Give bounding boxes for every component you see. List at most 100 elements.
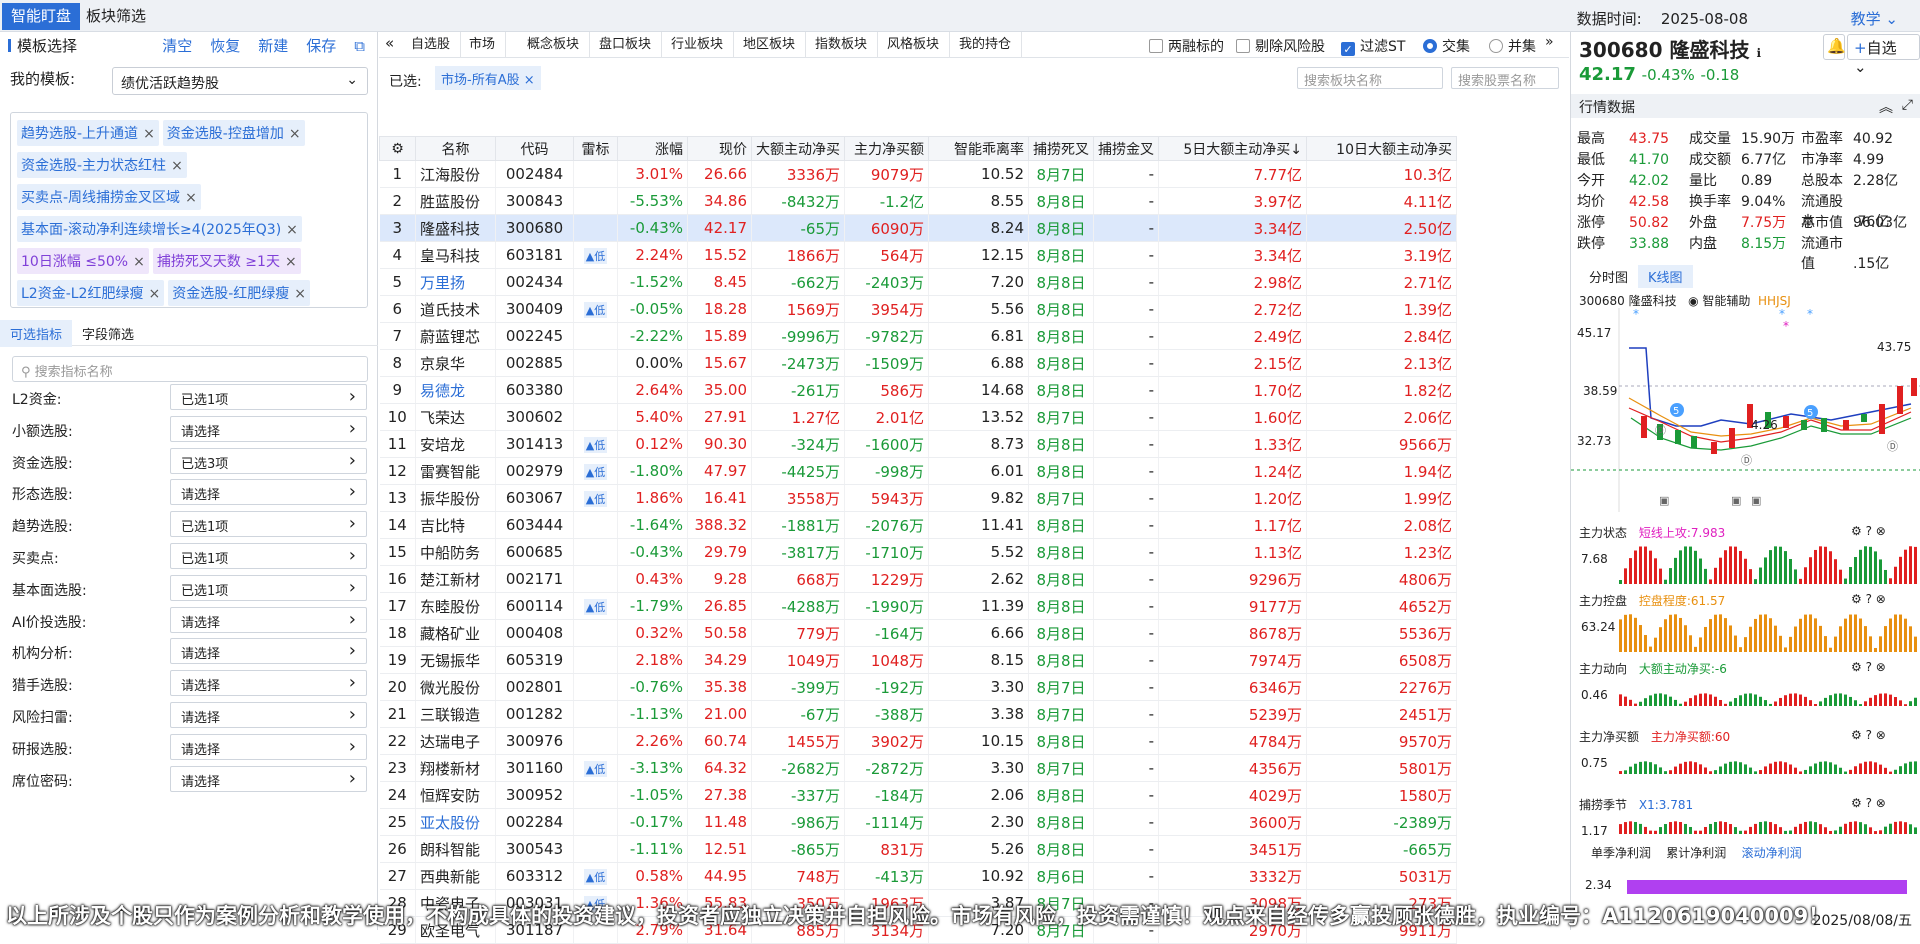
filter-option[interactable]: ✓ 过滤ST [1341,36,1405,56]
table-row[interactable]: 16 楚江新材 002171 0.43% 9.28 668万 1229万 2.62 8月8日 -9… [379,565,1457,593]
close-icon[interactable]: × [143,126,155,142]
gear-icon[interactable]: ⚙ ? ⊗ [1851,796,1886,810]
chevron-right-icon[interactable]: » [1545,34,1554,50]
column-header[interactable]: ⚙ [379,136,416,161]
filter-select[interactable]: 已选1项 [170,384,367,410]
column-header[interactable]: 捕捞死叉 [1028,136,1094,161]
tab-quarter-profit[interactable]: 单季净利润 [1591,846,1651,860]
tab-field-filter[interactable]: 字段筛选 [72,320,144,347]
close-icon[interactable]: × [294,286,306,302]
table-row[interactable]: 20 微光股份 002801 -0.76% 35.38 -399万 -192万 3.30 8月7… [379,673,1457,701]
radio[interactable] [1423,39,1437,53]
info-icon[interactable]: ℹ [1756,46,1761,60]
stock-search-input[interactable]: 搜索股票名称 [1451,67,1559,89]
sector-search-input[interactable]: 搜索板块名称 [1297,67,1443,89]
template-select[interactable]: 绩优活跃趋势股 ⌄ [112,67,368,95]
table-row[interactable]: 10 飞荣达 300602 5.40% 27.91 1.27亿 2.01亿 13.52 8月7日… [379,403,1457,431]
table-row[interactable]: 13 振华股份 603067 ▲低 1.86% 16.41 3558万 5943万 9.82 8月… [379,484,1457,512]
checkbox[interactable]: ✓ [1341,42,1355,56]
table-row[interactable]: 8 京泉华 002885 0.00% 15.67 -2473万 -1509万 6.88 8月8日… [379,349,1457,377]
checkbox[interactable] [1236,39,1250,53]
market-tab[interactable]: 我的持仓 [949,32,1023,58]
tab-timeshare[interactable]: 分时图 [1579,265,1638,288]
close-icon[interactable]: × [286,222,298,238]
table-row[interactable]: 11 安培龙 301413 ▲低 0.12% 90.30 -324万 -1600万 8.73 8月… [379,430,1457,458]
close-icon[interactable]: × [171,158,183,174]
table-row[interactable]: 15 中船防务 600685 -0.43% 29.79 -3817万 -1710万 5.52 8… [379,538,1457,566]
table-row[interactable]: 9 易德龙 603380 2.64% 35.00 -261万 586万 14.68 8月8日 -1… [379,376,1457,404]
collapse-icon[interactable]: ︽ [1879,97,1893,117]
filter-select[interactable]: 请选择 [170,415,367,442]
close-icon[interactable]: × [133,254,145,270]
close-icon[interactable]: × [524,73,535,88]
close-icon[interactable]: × [289,126,301,142]
gear-icon[interactable]: ⚙ ? ⊗ [1851,728,1886,742]
column-header[interactable]: 代码 [495,136,574,161]
filter-select[interactable]: 请选择 [170,702,367,728]
table-row[interactable]: 25 亚太股份 002284 -0.17% 11.48 -986万 -1114万 2.30 8月… [379,808,1457,836]
market-tab[interactable]: 市场 [459,32,507,58]
tab-sector-filter[interactable]: 板块筛选 [77,3,155,30]
column-header[interactable]: 智能乖离率 [928,136,1029,161]
market-tab[interactable]: 地区板块 [733,32,807,58]
filter-option[interactable]: 两融标的 [1149,36,1224,56]
filter-select[interactable]: 已选1项 [170,574,367,601]
filter-select[interactable]: 请选择 [170,638,367,665]
table-row[interactable]: 14 吉比特 603444 -1.64% 388.32 -1881万 -2076万 11.41… [379,511,1457,539]
column-header[interactable]: 捕捞金叉 [1093,136,1159,161]
tab-optional-indicators[interactable]: 可选指标 [0,320,73,347]
new-button[interactable]: 新建 [258,37,288,55]
market-tab[interactable]: 指数板块 [805,32,879,58]
column-header[interactable]: 现价 [687,136,752,161]
table-row[interactable]: 5 万里扬 002434 -1.52% 8.45 -662万 -2403万 7.20 8月8日 -… [379,268,1457,296]
table-row[interactable]: 26 朗科智能 300543 -1.11% 12.51 -865万 831万 5.26 8月8日… [379,835,1457,863]
filter-select[interactable]: 已选1项 [170,511,367,538]
market-tab[interactable]: 盘口板块 [589,32,663,58]
condition-tag[interactable]: 资金选股-红肥绿瘦 × [168,280,310,306]
clear-button[interactable]: 清空 [162,37,192,55]
table-row[interactable]: 4 皇马科技 603181 ▲低 2.24% 15.52 1866万 564万 12.15 8月8… [379,241,1457,269]
close-icon[interactable]: × [285,254,297,270]
table-row[interactable]: 18 藏格矿业 000408 0.32% 50.58 779万 -164万 6.66 8月8日 -… [379,619,1457,647]
condition-tag[interactable]: 资金选股-控盘增加 × [162,120,305,146]
condition-tag[interactable]: 趋势选股-上升通道 × [17,120,159,146]
filter-select[interactable]: 请选择 [170,765,367,792]
market-tab[interactable]: 自选股 [401,32,462,58]
table-row[interactable]: 21 三联锻造 001282 -1.13% 21.00 -67万 -388万 3.38 8月7日… [379,700,1457,728]
column-header[interactable]: 雷标 [573,136,618,161]
table-row[interactable]: 3 隆盛科技 300680 -0.43% 42.17 -65万 6090万 8.24 8月8日 -… [379,214,1457,242]
tab-smart-watch[interactable]: 智能盯盘 [2,3,81,30]
filter-select[interactable]: 请选择 [170,733,367,760]
column-header[interactable]: 主力净买额 [844,136,929,161]
filter-option[interactable]: 交集 [1423,36,1470,56]
save-button[interactable]: 保存 [306,37,336,55]
column-header[interactable]: 10日大额主动净买 [1306,136,1457,161]
column-header[interactable]: 涨幅 [617,136,688,161]
tab-kline[interactable]: K线图 [1638,265,1693,288]
condition-tag[interactable]: 10日涨幅 ≤50% × [17,248,149,274]
teach-link[interactable]: 教学 ⌄ [1851,8,1898,29]
filter-select[interactable]: 已选3项 [170,447,367,474]
gear-icon[interactable]: ⚙ ? ⊗ [1851,524,1886,538]
table-row[interactable]: 27 西典新能 603312 ▲低 0.58% 44.95 748万 -413万 10.92 8月… [379,862,1457,890]
table-row[interactable]: 7 蔚蓝锂芯 002245 -2.22% 15.89 -9996万 -9782万 6.81 8月… [379,322,1457,350]
filter-option[interactable]: 并集 [1489,36,1536,56]
filter-option[interactable]: 剔除风险股 [1236,36,1325,56]
tab-rolling-profit[interactable]: 滚动净利润 [1742,846,1802,860]
bell-icon[interactable]: 🔔 [1823,34,1846,60]
radio[interactable] [1489,39,1503,53]
restore-button[interactable]: 恢复 [210,37,240,55]
tab-cumulative-profit[interactable]: 累计净利润 [1666,846,1726,860]
column-header[interactable]: 5日大额主动净买↓ [1158,136,1307,161]
copy-icon[interactable]: ⧉ [354,37,365,55]
gear-icon[interactable]: ⚙ ? ⊗ [1851,660,1886,674]
condition-tag[interactable]: L2资金-L2红肥绿瘦 × [17,280,165,306]
table-row[interactable]: 12 雷赛智能 002979 ▲低 -1.80% 47.97 -4425万 -998万 6.01… [379,457,1457,485]
column-header[interactable]: 大额主动净买 [751,136,845,161]
add-watch-button[interactable]: +自选 ⌄ [1847,34,1920,76]
condition-tag[interactable]: 资金选股-主力状态红柱 × [17,152,187,178]
market-tab[interactable]: 行业板块 [661,32,735,58]
table-row[interactable]: 6 道氏技术 300409 ▲低 -0.05% 18.28 1569万 3954万 5.56 8月… [379,295,1457,323]
table-row[interactable]: 2 胜蓝股份 300843 -5.53% 34.86 -8432万 -1.2亿 8.55 8月8… [379,187,1457,215]
table-row[interactable]: 23 翔楼新材 301160 ▲低 -3.13% 64.32 -2682万 -2872万 3.3… [379,754,1457,782]
